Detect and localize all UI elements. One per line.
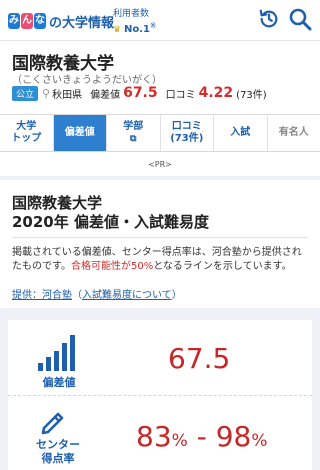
- hensachi-section: 国際教養大学 2020年 偏差値・入試難易度 掲載されている偏差値、センター得点…: [0, 180, 320, 308]
- tab-top[interactable]: 大学 トップ: [0, 115, 54, 151]
- percent-sign: %: [171, 431, 188, 451]
- logo-glyph: ん: [21, 13, 33, 29]
- kuchikomi-count: (73件): [236, 89, 267, 101]
- source-link[interactable]: 提供：河合塾: [12, 290, 72, 301]
- university-summary: 国際教養大学 （こくさいきょうようだいがく） 公立 ⚲ 秋田県 偏差値 67.5…: [0, 40, 320, 106]
- tab-label: 有名人: [278, 127, 309, 138]
- tab-hensachi[interactable]: 偏差値: [53, 115, 107, 151]
- stat-center-label: センター 得点率: [28, 438, 88, 466]
- university-meta: 公立 ⚲ 秋田県 偏差値 67.5 口コミ 4.22 (73件): [12, 85, 267, 101]
- tab-famous[interactable]: 有名人: [268, 115, 320, 151]
- stats-card: 偏差値 67.5 センター 得点率 83% - 98%: [8, 320, 312, 470]
- kuchikomi-label: 口コミ: [165, 89, 196, 101]
- rank-footnote-mark: ※: [149, 21, 157, 30]
- location: 秋田県: [52, 89, 83, 101]
- tab-kuchikomi[interactable]: 口コミ (73件): [161, 115, 214, 151]
- hensachi-label: 偏差値: [90, 89, 121, 101]
- tab-label: 偏差値: [64, 127, 95, 138]
- location-pin-icon: ⚲: [42, 86, 51, 100]
- tab-label: 入試: [230, 127, 251, 138]
- pencil-icon: [41, 412, 64, 435]
- center-high: 98: [215, 420, 252, 453]
- rank-value: No.1: [123, 24, 150, 35]
- stat-label-line: 得点率: [41, 452, 75, 465]
- site-header: み ん な の大学情報 利用者数 ♛ No.1※: [0, 0, 320, 40]
- tab-bar: 大学 トップ 偏差値 学部 ⧉ 口コミ (73件) 入試 有名人: [0, 114, 320, 152]
- logo-glyph: み: [8, 13, 20, 29]
- type-badge: 公立: [12, 85, 39, 101]
- source-links: 提供：河合塾（入試難易度について）: [12, 286, 182, 301]
- logo-glyph: な: [34, 13, 46, 29]
- bar-chart-icon: [38, 335, 75, 371]
- pr-label: <PR>: [148, 160, 172, 169]
- about-difficulty-link[interactable]: 入試難易度について: [82, 290, 172, 301]
- desc-text: となるラインを示しています。: [153, 261, 292, 272]
- kuchikomi-value: 4.22: [198, 85, 234, 101]
- hensachi-row: 偏差値 67.5: [8, 320, 312, 396]
- user-rank-badge: 利用者数 ♛ No.1※: [113, 9, 156, 36]
- university-kana: （こくさいきょうようだいがく）: [12, 75, 162, 86]
- stat-label-line: センター: [36, 438, 80, 451]
- link-paren: ）: [171, 290, 182, 301]
- tab-label: 口コミ: [171, 121, 202, 132]
- history-icon[interactable]: [258, 8, 280, 30]
- crown-icon: ♛: [113, 25, 122, 35]
- tab-label: (73件): [170, 133, 204, 144]
- section-title: 国際教養大学: [12, 194, 103, 212]
- section-description: 掲載されている偏差値、センター得点率は、河合塾から提供されたものです。合格可能性…: [12, 246, 310, 274]
- desc-highlight: 合格可能性が50%: [71, 261, 154, 272]
- stat-hensachi-value: 67.5: [168, 342, 231, 375]
- section-subtitle: 2020年 偏差値・入試難易度: [12, 213, 209, 231]
- stat-hensachi-label: 偏差値: [42, 376, 76, 389]
- hensachi-value: 67.5: [123, 85, 158, 101]
- percent-sign: %: [251, 431, 268, 451]
- logo-mark: み ん な: [8, 13, 46, 29]
- range-separator: -: [187, 420, 216, 453]
- tab-faculty[interactable]: 学部 ⧉: [107, 115, 161, 151]
- tab-label: トップ: [11, 133, 42, 144]
- link-paren: （: [72, 290, 82, 301]
- tab-admission[interactable]: 入試: [214, 115, 268, 151]
- logo-text: の大学情報: [49, 15, 115, 31]
- divider: [12, 237, 308, 238]
- tab-label: 学部: [123, 121, 144, 132]
- search-icon[interactable]: [288, 7, 312, 31]
- rank-label: 利用者数: [113, 9, 150, 19]
- faculty-menu-icon: ⧉: [130, 134, 137, 144]
- tab-label: 大学: [16, 121, 37, 132]
- site-logo[interactable]: み ん な の大学情報: [8, 8, 114, 34]
- stat-center-value: 83% - 98%: [136, 420, 268, 453]
- center-low: 83: [136, 420, 172, 453]
